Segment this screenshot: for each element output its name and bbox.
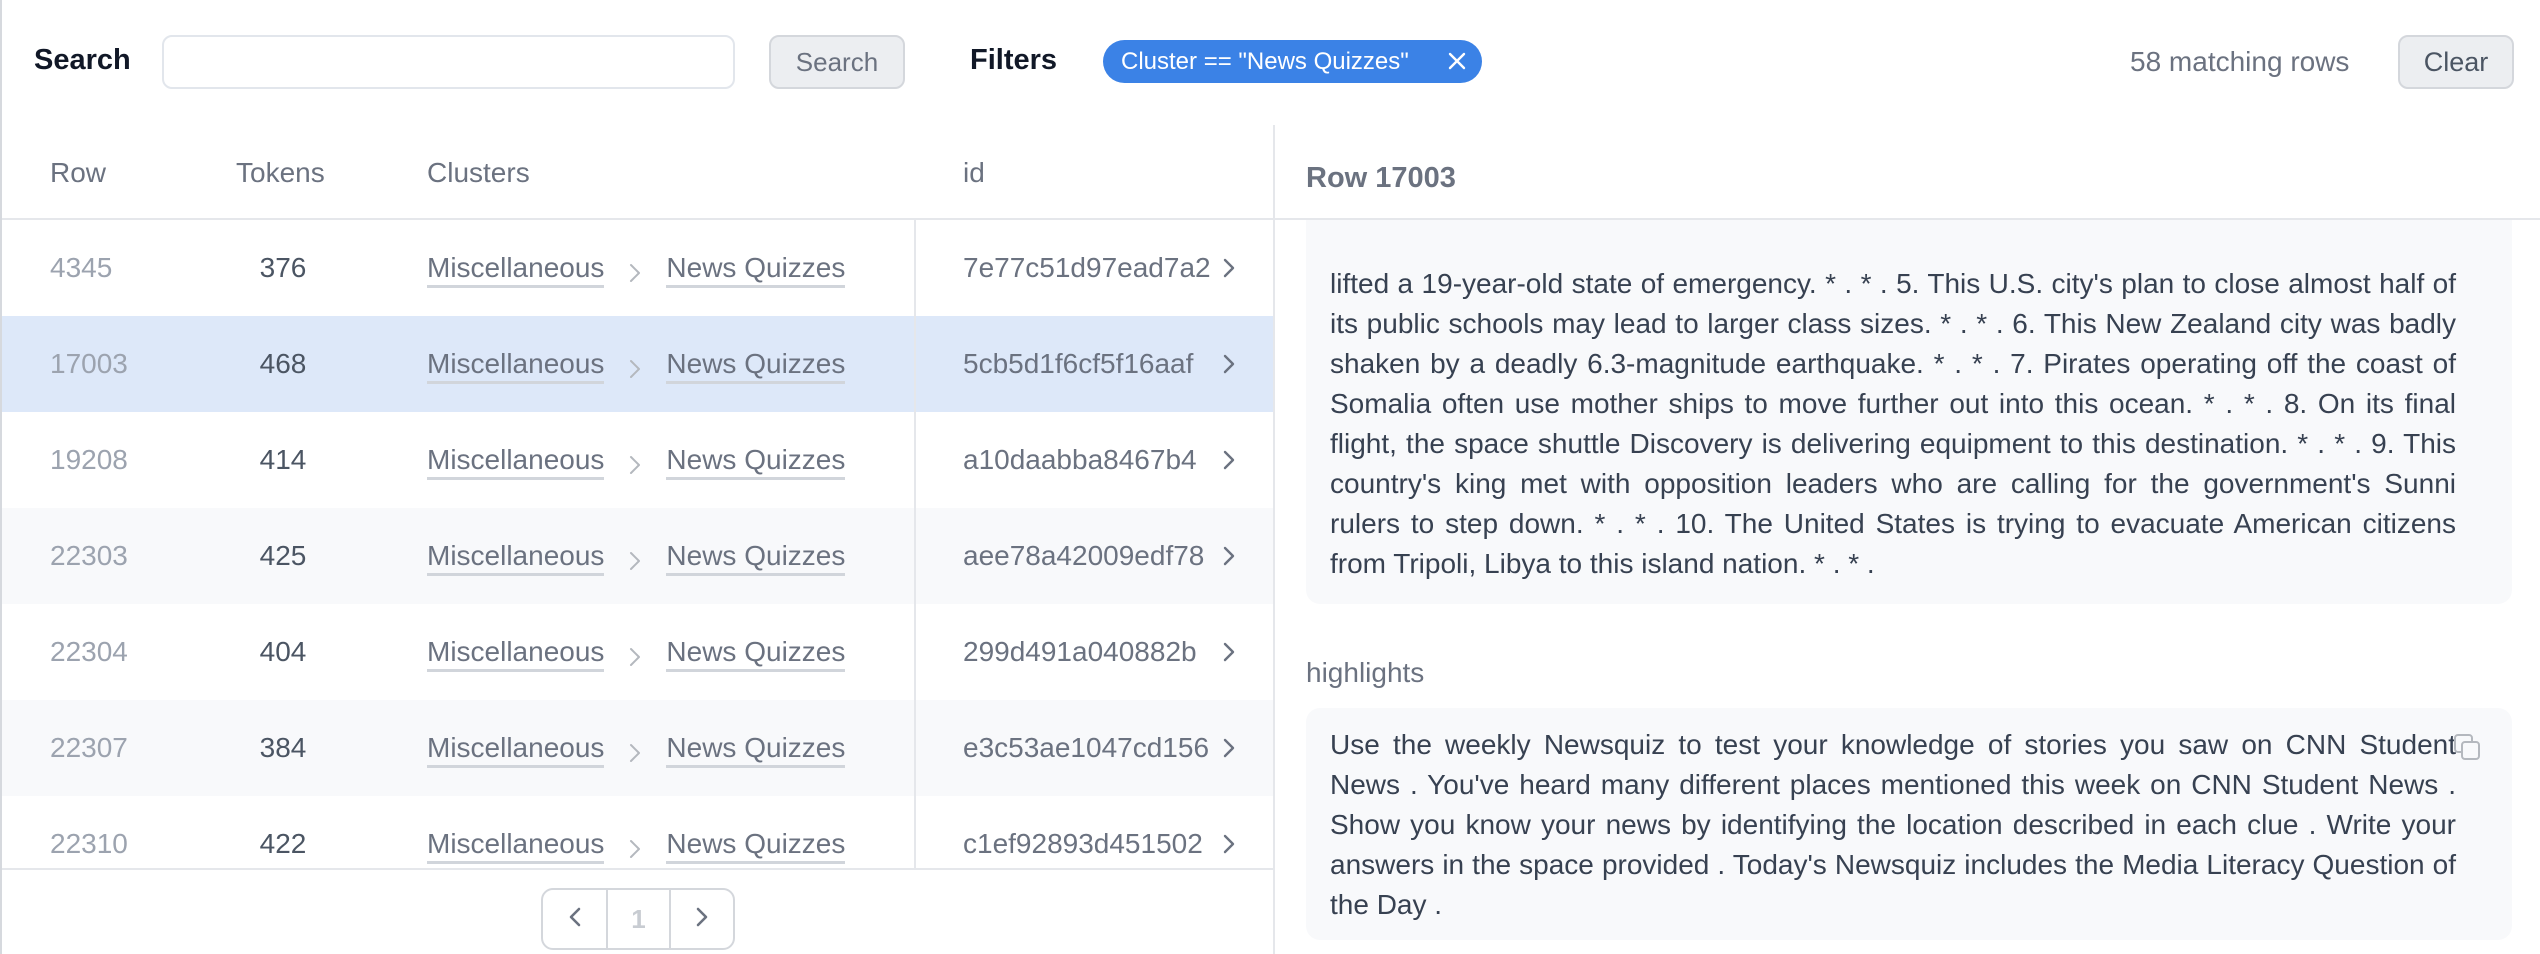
table-row[interactable]: 22310 422 Miscellaneous News Quizzes c1ef928… — [2, 796, 1273, 868]
matching-rows-count: 58 matching rows — [2130, 46, 2350, 77]
token-count: 376 — [259, 252, 307, 283]
search-input[interactable] — [162, 35, 735, 89]
cluster-path: Miscellaneous News Quizzes — [427, 828, 846, 864]
table-row[interactable]: 22307 384 Miscellaneous News Quizzes e3c53ae… — [2, 700, 1273, 796]
highlights-label: highlights — [1306, 657, 1425, 688]
token-count: 468 — [259, 348, 307, 379]
row-number: 22304 — [50, 636, 128, 667]
row-number: 22303 — [50, 540, 128, 571]
token-count: 414 — [259, 444, 307, 475]
row-id: e3c53ae1047cd156 — [963, 732, 1210, 763]
detail-header: Row 17003 — [1275, 120, 2540, 220]
cluster-path: Miscellaneous News Quizzes — [427, 348, 846, 384]
highlights-text: Use the weekly Newsquiz to test your kno… — [1330, 729, 2456, 920]
chevron-right-icon — [626, 355, 644, 378]
table-row[interactable]: 22304 404 Miscellaneous News Quizzes 299d491… — [2, 604, 1273, 700]
cluster-path: Miscellaneous News Quizzes — [427, 636, 846, 672]
table-header: Row Tokens Clusters id — [2, 120, 1273, 220]
row-id: 5cb5d1f6cf5f16aaf — [963, 348, 1194, 379]
row-number: 17003 — [50, 348, 128, 379]
column-header-row[interactable]: Row — [50, 157, 106, 189]
row-id: aee78a42009edf78 — [963, 540, 1205, 571]
cluster-path: Miscellaneous News Quizzes — [427, 252, 846, 288]
column-header-clusters[interactable]: Clusters — [427, 157, 530, 189]
search-button[interactable]: Search — [769, 35, 905, 89]
cluster-parent-link[interactable]: Miscellaneous — [427, 732, 605, 768]
cluster-child-link[interactable]: News Quizzes — [666, 252, 846, 288]
chevron-right-icon[interactable] — [1221, 255, 1237, 281]
filter-chip-label: Cluster == "News Quizzes" — [1121, 47, 1409, 75]
chevron-right-icon[interactable] — [1221, 639, 1237, 665]
row-id: 299d491a040882b — [963, 636, 1197, 667]
row-number: 22310 — [50, 828, 128, 859]
chevron-right-icon — [626, 451, 644, 474]
cluster-child-link[interactable]: News Quizzes — [666, 636, 846, 672]
cluster-child-link[interactable]: News Quizzes — [666, 444, 846, 480]
row-id: 7e77c51d97ead7a2 — [963, 252, 1211, 283]
cluster-parent-link[interactable]: Miscellaneous — [427, 636, 605, 672]
cluster-parent-link[interactable]: Miscellaneous — [427, 540, 605, 576]
next-page-button[interactable] — [669, 890, 732, 948]
row-number: 22307 — [50, 732, 128, 763]
table-row[interactable]: 22303 425 Miscellaneous News Quizzes aee78a4… — [2, 508, 1273, 604]
filters-label: Filters — [970, 44, 1058, 76]
chevron-right-icon[interactable] — [1221, 735, 1237, 761]
cluster-child-link[interactable]: News Quizzes — [666, 732, 846, 768]
pagination: 1 — [541, 888, 735, 950]
chevron-left-icon — [567, 905, 583, 934]
column-header-tokens[interactable]: Tokens — [236, 157, 325, 189]
cluster-path: Miscellaneous News Quizzes — [427, 444, 846, 480]
highlights-field[interactable]: Use the weekly Newsquiz to test your kno… — [1306, 708, 2512, 940]
chevron-right-icon — [626, 643, 644, 666]
table-row[interactable]: 19208 414 Miscellaneous News Quizzes a10daab… — [2, 412, 1273, 508]
row-detail-panel: Row 17003 lifted a 19-year-old state of … — [1275, 120, 2540, 954]
page-number-button[interactable]: 1 — [606, 890, 669, 948]
token-count: 425 — [259, 540, 307, 571]
filter-chip[interactable]: Cluster == "News Quizzes" — [1103, 40, 1482, 83]
chevron-right-icon[interactable] — [1221, 351, 1237, 377]
cluster-parent-link[interactable]: Miscellaneous — [427, 252, 605, 288]
table-body: 4345 376 Miscellaneous News Quizzes 7e77c51d… — [2, 220, 1273, 870]
chevron-right-icon — [626, 835, 644, 858]
row-number: 4345 — [50, 252, 113, 283]
detail-title: Row 17003 — [1306, 162, 1456, 194]
chevron-right-icon[interactable] — [1221, 831, 1237, 857]
chevron-right-icon — [626, 739, 644, 762]
current-page: 1 — [631, 903, 646, 934]
cluster-parent-link[interactable]: Miscellaneous — [427, 444, 605, 480]
table-row[interactable]: 17003 468 Miscellaneous News Quizzes 5cb5d1f… — [2, 316, 1273, 412]
cluster-child-link[interactable]: News Quizzes — [666, 540, 846, 576]
chevron-right-icon — [626, 547, 644, 570]
row-id: a10daabba8467b4 — [963, 444, 1197, 475]
search-label: Search — [34, 44, 131, 76]
table-row[interactable]: 4345 376 Miscellaneous News Quizzes 7e77c51d… — [2, 220, 1273, 316]
token-count: 404 — [259, 636, 307, 667]
row-id: c1ef92893d451502 — [963, 828, 1203, 859]
cluster-path: Miscellaneous News Quizzes — [427, 540, 846, 576]
copy-icon[interactable] — [2452, 732, 2482, 762]
token-count: 384 — [259, 732, 307, 763]
row-number: 19208 — [50, 444, 128, 475]
chevron-right-icon[interactable] — [1221, 447, 1237, 473]
cluster-path: Miscellaneous News Quizzes — [427, 732, 846, 768]
cluster-parent-link[interactable]: Miscellaneous — [427, 348, 605, 384]
token-count: 422 — [259, 828, 307, 859]
article-text: lifted a 19-year-old state of emergency.… — [1330, 268, 2456, 579]
results-table: Row Tokens Clusters id 4345 376 Miscellane… — [2, 120, 1273, 954]
prev-page-button[interactable] — [543, 890, 606, 948]
close-icon[interactable] — [1444, 48, 1470, 74]
chevron-right-icon — [694, 905, 710, 934]
chevron-right-icon — [626, 259, 644, 282]
clear-button[interactable]: Clear — [2398, 35, 2514, 89]
chevron-right-icon[interactable] — [1221, 543, 1237, 569]
cluster-child-link[interactable]: News Quizzes — [666, 348, 846, 384]
top-bar: Search Search Filters Cluster == "News Q… — [0, 0, 2540, 120]
column-header-id[interactable]: id — [963, 157, 985, 189]
column-divider — [914, 220, 916, 868]
cluster-child-link[interactable]: News Quizzes — [666, 828, 846, 864]
cluster-parent-link[interactable]: Miscellaneous — [427, 828, 605, 864]
